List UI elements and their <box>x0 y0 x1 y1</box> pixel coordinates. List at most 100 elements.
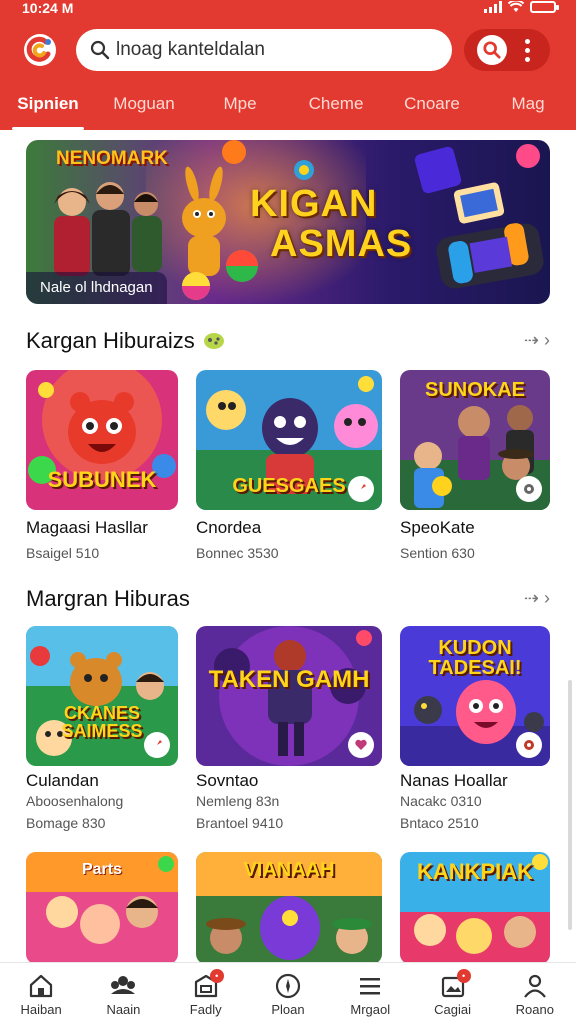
see-all-arrow-icon[interactable]: ⇢ › <box>524 588 550 609</box>
search-input[interactable] <box>116 39 436 61</box>
game-name[interactable]: Magaasi Hasllar <box>26 518 148 538</box>
search-button[interactable] <box>477 35 507 65</box>
search-bar[interactable] <box>76 29 452 71</box>
card-action-button[interactable] <box>348 732 374 758</box>
app-logo-icon[interactable] <box>22 32 58 68</box>
nav-label: Ploan <box>271 1002 305 1017</box>
banner-subtitle: Nale ol lhdnagan <box>26 272 167 304</box>
game-meta: Nemleng 83n <box>196 793 280 809</box>
see-all-arrow-icon[interactable]: ⇢ › <box>524 330 550 351</box>
dot-icon <box>524 56 530 62</box>
card-action-button[interactable] <box>144 732 170 758</box>
gear-icon <box>524 484 534 494</box>
search-icon <box>483 41 501 59</box>
card-art-title: Parts <box>81 861 123 878</box>
game-name[interactable]: SpeoKate <box>400 518 475 538</box>
banner-title-line2: ASMAS <box>270 223 413 265</box>
heart-icon <box>355 739 367 750</box>
nav-item-gallery[interactable]: • Cagiai <box>411 963 493 1024</box>
game-controller-icon <box>203 333 224 349</box>
header-actions <box>464 29 550 71</box>
nav-label: Cagiai <box>434 1002 471 1017</box>
profile-icon <box>523 974 546 998</box>
nav-label: Fadly <box>189 1002 222 1017</box>
section-title-1: Kargan Hiburaizs <box>26 328 225 354</box>
nav-label: Haiban <box>20 1002 62 1017</box>
home-icon <box>30 974 53 998</box>
app-header: 10:24 M lnoag kanteldalan Sipnien Moguan… <box>0 0 576 130</box>
nav-item-menu[interactable]: Mrgaol <box>329 963 411 1024</box>
tab-0[interactable]: Sipnien <box>0 84 96 130</box>
game-card[interactable]: KUDON TADESAI! <box>400 626 550 766</box>
card-art-title: KUDON TADESAI! <box>428 637 522 679</box>
nav-label: Roano <box>515 1002 554 1017</box>
people-icon <box>111 976 136 994</box>
tab-1[interactable]: Moguan <box>96 84 192 130</box>
battery-icon <box>530 1 559 13</box>
game-meta: Bonnec 3530 <box>196 545 279 561</box>
tab-3[interactable]: Cheme <box>288 84 384 130</box>
pin-icon <box>356 484 366 494</box>
game-card[interactable]: KANKPIAK <box>400 852 550 964</box>
game-meta-secondary: Bomage 830 <box>26 815 106 831</box>
wifi-icon <box>508 1 524 12</box>
pin-icon <box>152 740 162 750</box>
tab-5[interactable]: Mag <box>480 84 576 130</box>
section-title-text: Margran Hiburas <box>26 586 190 611</box>
status-icons <box>484 1 559 13</box>
card-action-button[interactable] <box>516 476 542 502</box>
game-name[interactable]: Culandan <box>26 771 99 791</box>
compass-icon <box>275 973 301 999</box>
card-art-title: TAKEN GAMH <box>208 666 370 693</box>
game-card[interactable]: VIANAAH <box>196 852 382 964</box>
app-root: 10:24 M lnoag kanteldalan Sipnien Moguan… <box>0 0 576 1024</box>
nav-label: Mrgaol <box>350 1002 391 1017</box>
menu-icon <box>360 978 381 995</box>
scrollbar[interactable] <box>568 680 572 930</box>
nav-item-people[interactable]: Naain <box>82 963 164 1024</box>
card-art-title: SUNOKAE <box>424 379 525 401</box>
banner-tag: NENOMARK <box>56 148 168 169</box>
game-card[interactable]: SUBUNEK <box>26 370 178 510</box>
category-tabs: Sipnien Moguan Mpe Cheme Cnoare Mag <box>0 84 576 130</box>
game-name[interactable]: Sovntao <box>196 771 258 791</box>
nav-item-store[interactable]: • Fadly <box>165 963 247 1024</box>
game-card[interactable]: CKANES SAIMESS <box>26 626 178 766</box>
game-name[interactable]: Nanas Hoallar <box>400 771 508 791</box>
game-card[interactable]: GUESGAES <box>196 370 382 510</box>
status-bar: 10:24 M <box>0 0 576 18</box>
game-name[interactable]: Cnordea <box>196 518 261 538</box>
card-action-button[interactable] <box>516 732 542 758</box>
notification-badge: • <box>456 969 471 983</box>
section-title-text: Kargan Hiburaizs <box>26 328 195 353</box>
featured-banner[interactable]: NENOMARK KIGAN ASMAS Nale ol lhdnagan <box>26 140 550 304</box>
card-art-title: VIANAAH <box>243 859 335 881</box>
game-meta-secondary: Bntaco 2510 <box>400 815 479 831</box>
game-card[interactable]: Parts <box>26 852 178 964</box>
signal-icon <box>484 1 502 13</box>
dot-icon <box>524 47 530 53</box>
game-meta: Bsaigel 510 <box>26 545 100 561</box>
nav-item-profile[interactable]: Roano <box>494 963 576 1024</box>
card-action-button[interactable] <box>348 476 374 502</box>
card-art-title: SUBUNEK <box>47 467 157 492</box>
banner-title-line1: KIGAN <box>250 183 378 225</box>
game-card[interactable]: SUNOKAE <box>400 370 550 510</box>
banner-title: KIGAN ASMAS <box>250 184 412 264</box>
search-icon <box>90 40 110 60</box>
game-card[interactable]: TAKEN GAMH <box>196 626 382 766</box>
nav-label: Naain <box>106 1002 141 1017</box>
nav-item-compass[interactable]: Ploan <box>247 963 329 1024</box>
game-meta: Nacakc 0310 <box>400 793 482 809</box>
game-meta: Aboosenhalong <box>26 793 124 809</box>
card-art-title: KANKPIAK <box>416 859 534 884</box>
tab-2[interactable]: Mpe <box>192 84 288 130</box>
game-meta-secondary: Brantoel 9410 <box>196 815 284 831</box>
dot-icon <box>524 38 530 44</box>
tab-4[interactable]: Cnoare <box>384 84 480 130</box>
bottom-navigation: Haiban Naain • Fadly Ploan Mrgaol • Cagi… <box>0 962 576 1024</box>
section-title-2: Margran Hiburas <box>26 586 190 612</box>
gear-icon <box>524 740 534 750</box>
nav-item-home[interactable]: Haiban <box>0 963 82 1024</box>
more-options-button[interactable] <box>517 35 537 65</box>
